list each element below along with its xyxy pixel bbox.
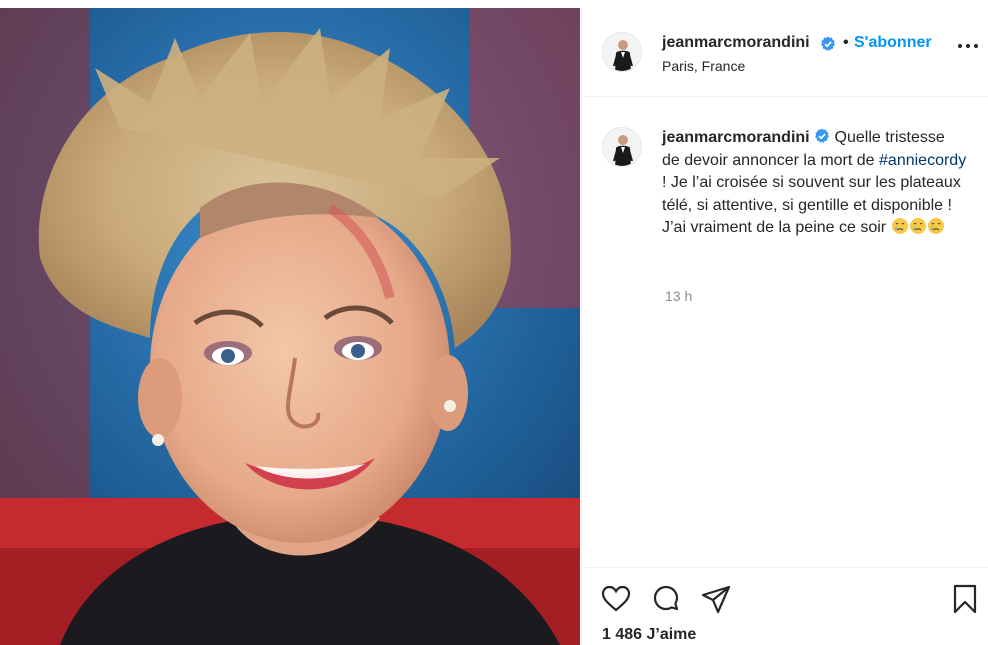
follow-button[interactable]: S'abonner [854, 34, 932, 52]
share-icon[interactable] [700, 583, 732, 615]
bookmark-icon[interactable] [949, 583, 981, 615]
verified-badge-icon [820, 36, 836, 52]
crying-face-emoji-group [891, 218, 945, 236]
crying-face-emoji-icon [909, 217, 927, 243]
likes-count[interactable]: 1 486 J’aime [602, 626, 696, 644]
verified-badge-icon [814, 128, 830, 144]
post-location[interactable]: Paris, France [662, 58, 745, 74]
heart-icon[interactable] [600, 583, 632, 615]
profile-picture [603, 128, 641, 166]
post-side-panel: jeanmarcmorandini • S'abonner Paris, Fra… [581, 8, 988, 645]
caption-comment: jeanmarcmorandini Quelle tristesse de de… [582, 97, 988, 567]
crying-face-emoji-icon [891, 217, 909, 243]
avatar[interactable] [602, 127, 642, 167]
post-author-username[interactable]: jeanmarcmorandini [662, 34, 810, 52]
separator-dot: • [843, 34, 849, 51]
comment-icon[interactable] [650, 583, 682, 615]
caption-username[interactable]: jeanmarcmorandini [662, 129, 810, 146]
caption-text: jeanmarcmorandini Quelle tristesse de de… [662, 127, 967, 243]
post-timestamp[interactable]: 13 h [665, 288, 692, 304]
post-header: jeanmarcmorandini • S'abonner Paris, Fra… [582, 8, 988, 97]
avatar[interactable] [602, 32, 642, 72]
post-actions-bar: 1 486 J’aime [582, 567, 988, 645]
profile-picture [603, 33, 641, 71]
portrait-photo [0, 8, 580, 645]
more-options-icon[interactable] [958, 38, 980, 54]
post-image[interactable] [0, 8, 580, 645]
hashtag-link[interactable]: #anniecordy [879, 152, 966, 169]
crying-face-emoji-icon [927, 217, 945, 243]
